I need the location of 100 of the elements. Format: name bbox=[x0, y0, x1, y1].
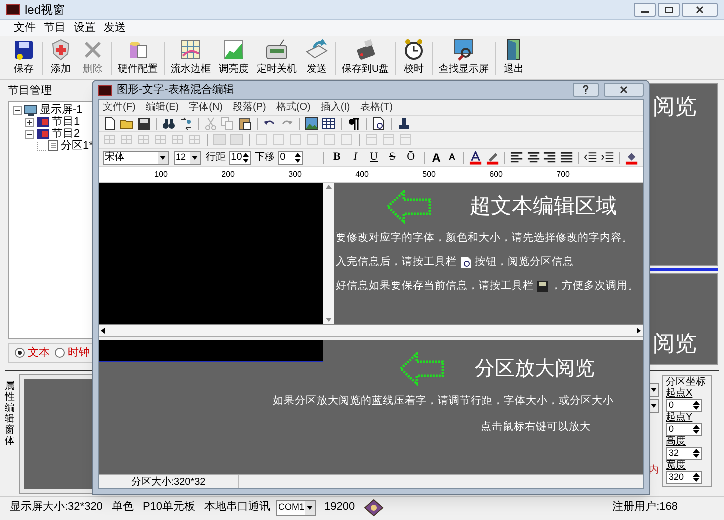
spinner-arrows-icon[interactable] bbox=[692, 472, 701, 483]
toolbar-button[interactable]: 添加 bbox=[45, 38, 77, 79]
outdent-icon[interactable] bbox=[584, 150, 598, 164]
radio-button[interactable] bbox=[15, 348, 25, 358]
spinner-arrows-icon[interactable] bbox=[692, 424, 701, 435]
toolbar-button[interactable]: 保存到U盘 bbox=[338, 38, 394, 79]
spinner-arrows-icon[interactable] bbox=[294, 152, 302, 164]
format-button[interactable]: S bbox=[384, 150, 400, 165]
menu-item[interactable]: 字体(N) bbox=[189, 100, 224, 115]
menu-item[interactable]: 文件(F) bbox=[103, 100, 136, 115]
format-button[interactable]: U bbox=[366, 150, 382, 165]
app-logo-icon bbox=[6, 4, 20, 15]
help-button[interactable] bbox=[573, 83, 599, 97]
format-button[interactable]: B bbox=[329, 150, 345, 165]
spinner-arrows-icon[interactable] bbox=[692, 448, 701, 459]
toolbar-button[interactable]: 退出 bbox=[498, 38, 530, 79]
spin-field[interactable]: 32 bbox=[666, 447, 702, 460]
toolbar-button[interactable]: 校时 bbox=[398, 38, 430, 79]
align-justify-icon[interactable] bbox=[560, 150, 574, 164]
save-icon[interactable] bbox=[137, 116, 151, 130]
menu-item[interactable]: 节目 bbox=[44, 20, 66, 36]
fill-bucket-icon[interactable] bbox=[625, 150, 639, 164]
spin-field[interactable]: 0 bbox=[278, 150, 304, 164]
dropdown-arrow-icon[interactable] bbox=[160, 156, 166, 160]
align-center-icon[interactable] bbox=[526, 150, 540, 164]
spinner-arrows-icon[interactable] bbox=[242, 152, 250, 164]
field-label: 下移 bbox=[255, 151, 276, 165]
close-icon[interactable] bbox=[696, 6, 704, 14]
scroll-up-icon[interactable] bbox=[326, 185, 332, 189]
close-button[interactable] bbox=[682, 2, 718, 16]
stamp-icon[interactable] bbox=[397, 116, 411, 130]
scroll-left-icon[interactable] bbox=[101, 328, 105, 334]
font-color-icon[interactable] bbox=[468, 150, 483, 164]
menu-item[interactable]: 编辑(E) bbox=[146, 100, 180, 115]
toolbar-button[interactable]: 查找显示屏 bbox=[435, 38, 494, 79]
radio-button[interactable] bbox=[55, 348, 65, 358]
spin-field[interactable]: 320 bbox=[666, 471, 702, 484]
grow-font-button[interactable]: A bbox=[430, 148, 444, 166]
expand-toggle[interactable] bbox=[25, 118, 34, 126]
toolbar-button[interactable]: 发送 bbox=[301, 38, 333, 79]
dropdown-button[interactable] bbox=[649, 399, 659, 413]
scroll-down-icon[interactable] bbox=[326, 318, 332, 322]
menu-item[interactable]: 文件 bbox=[14, 20, 36, 36]
replace-icon[interactable] bbox=[179, 116, 193, 130]
spinner-arrows-icon[interactable] bbox=[692, 400, 701, 411]
highlight-icon[interactable] bbox=[486, 150, 500, 164]
image-icon[interactable] bbox=[305, 116, 319, 130]
font-select[interactable]: 宋体 bbox=[103, 150, 169, 164]
close-button[interactable] bbox=[604, 83, 644, 97]
radio-label: 文本 bbox=[28, 346, 50, 361]
expand-toggle[interactable] bbox=[13, 106, 22, 114]
menu-item[interactable]: 表格(T) bbox=[360, 100, 394, 115]
format-button[interactable]: Ō bbox=[403, 150, 419, 165]
toolbar-button[interactable]: 流水边框 bbox=[167, 38, 215, 79]
spin-field[interactable]: 0 bbox=[666, 399, 702, 412]
menu-item[interactable]: 设置 bbox=[74, 20, 96, 36]
save-icon bbox=[537, 280, 548, 292]
dropdown-button[interactable] bbox=[649, 383, 659, 397]
new-file-icon[interactable] bbox=[103, 116, 117, 130]
menu-item[interactable]: 发送 bbox=[104, 20, 126, 36]
scrollbar[interactable] bbox=[99, 325, 643, 337]
size-select[interactable]: 12 bbox=[174, 150, 202, 164]
dropdown-arrow-icon[interactable] bbox=[651, 388, 657, 392]
minimize-button[interactable] bbox=[634, 2, 656, 16]
menu-item[interactable]: 格式(O) bbox=[276, 100, 311, 115]
indent-icon[interactable] bbox=[600, 150, 614, 164]
align-left-icon[interactable] bbox=[510, 150, 524, 164]
window-title: led视窗 bbox=[25, 2, 66, 18]
expand-toggle[interactable] bbox=[25, 130, 34, 138]
shrink-font-button[interactable]: A bbox=[446, 150, 458, 164]
left-arrow-icon bbox=[386, 190, 432, 224]
toolbar-button[interactable]: 定时关机 bbox=[253, 38, 301, 79]
port-select[interactable]: COM1 bbox=[276, 500, 316, 516]
preview-icon bbox=[460, 256, 472, 270]
clipboard-icon[interactable] bbox=[238, 116, 252, 130]
menu-item[interactable]: 段落(P) bbox=[233, 100, 266, 115]
dropdown-arrow-icon[interactable] bbox=[192, 156, 198, 160]
dropdown-arrow-icon[interactable] bbox=[651, 404, 657, 408]
field-label: 起点X bbox=[666, 388, 694, 399]
scroll-right-icon[interactable] bbox=[637, 328, 641, 334]
field-label: 宽度 bbox=[666, 460, 687, 471]
scrollbar[interactable] bbox=[323, 183, 334, 324]
menu-item[interactable]: 插入(I) bbox=[320, 100, 350, 115]
toolbar-button[interactable]: 硬件配置 bbox=[114, 38, 162, 79]
spin-field[interactable]: 0 bbox=[666, 423, 702, 436]
format-button[interactable]: I bbox=[348, 150, 364, 165]
help-icon[interactable] bbox=[582, 85, 590, 95]
spin-field[interactable]: 10 bbox=[229, 150, 252, 164]
pilcrow-icon[interactable] bbox=[347, 116, 361, 130]
maximize-button[interactable] bbox=[658, 2, 680, 16]
toolbar-button[interactable]: 调亮度 bbox=[215, 38, 253, 79]
dropdown-arrow-icon[interactable] bbox=[306, 506, 313, 510]
chart-icon bbox=[222, 38, 246, 62]
close-icon[interactable] bbox=[620, 86, 628, 94]
field-label: 高度 bbox=[666, 436, 687, 447]
binoculars-icon[interactable] bbox=[162, 116, 176, 130]
toolbar-button[interactable]: 保存 bbox=[8, 38, 40, 79]
align-right-icon[interactable] bbox=[543, 150, 557, 164]
table-icon[interactable] bbox=[322, 116, 336, 130]
preview-icon[interactable] bbox=[372, 116, 386, 130]
